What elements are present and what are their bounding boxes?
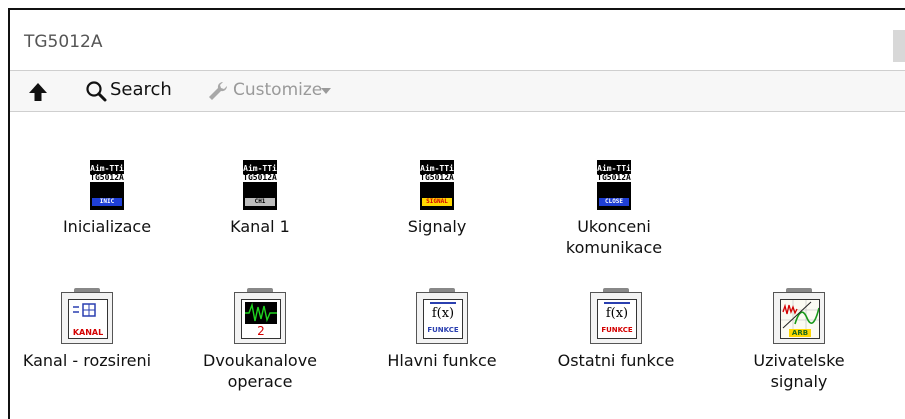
arbitrary-waveform-icon: ARB <box>772 288 826 344</box>
palette-item-label: Ukonceni komunikace <box>544 216 684 258</box>
aim-tti-ch1-icon: Aim-TTi TG5012A CH1 <box>243 160 277 210</box>
window-title: TG5012A <box>24 32 103 52</box>
grid-icon <box>73 303 96 317</box>
aim-tti-signal-icon: Aim-TTi TG5012A SIGNAL <box>420 160 454 210</box>
icon-model-text: TG5012A <box>420 173 454 182</box>
palette-item-label: Dvoukanalove operace <box>190 350 330 392</box>
fx-glyph: f(x) <box>605 306 629 321</box>
icon-caption: FUNKCE <box>427 326 459 334</box>
icon-band-text: INIC <box>92 198 122 206</box>
icon-brand-text: Aim-TTi <box>243 164 277 173</box>
icon-model-text: TG5012A <box>597 173 631 182</box>
label-line: komunikace <box>565 238 663 257</box>
palette-item-hlavni-funkce[interactable]: f(x) FUNKCE Hlavni funkce <box>372 288 512 371</box>
icon-model-text: TG5012A <box>243 173 277 182</box>
palette-item-uzivatelske-signaly[interactable]: ARB Uzivatelske signaly <box>729 288 869 392</box>
aim-tti-inic-icon: Aim-TTi TG5012A INIC <box>90 160 124 210</box>
customize-button[interactable]: Customize <box>233 80 322 100</box>
palette-item-label: Ostatni funkce <box>557 351 675 370</box>
channel-extension-icon: KANAL <box>60 288 114 344</box>
overline <box>430 302 456 304</box>
chevron-down-icon[interactable] <box>321 88 331 94</box>
palette-item-label: Inicializace <box>62 217 152 236</box>
icon-brand-text: Aim-TTi <box>90 164 124 173</box>
palette-item-inicializace[interactable]: Aim-TTi TG5012A INIC Inicializace <box>37 160 177 237</box>
palette-item-label: Hlavni funkce <box>387 351 497 370</box>
label-line: Ukonceni <box>577 217 651 236</box>
function-fx-icon: f(x) FUNKCE <box>589 288 643 344</box>
window-control[interactable] <box>893 30 905 62</box>
icon-model-text: TG5012A <box>90 173 124 182</box>
arrow-up-icon[interactable] <box>26 80 50 104</box>
function-fx-icon: f(x) FUNKCE <box>415 288 469 344</box>
palette-item-label: Signaly <box>407 217 467 236</box>
aim-tti-close-icon: Aim-TTi TG5012A CLOSE <box>597 160 631 210</box>
palette-item-label: Uzivatelske signaly <box>729 350 869 392</box>
label-line: signaly <box>770 372 828 391</box>
search-button[interactable]: Search <box>110 79 172 100</box>
palette-item-label: Kanal - rozsireni <box>22 351 152 370</box>
palette-item-label: Kanal 1 <box>230 217 290 236</box>
waveform-icon <box>245 302 277 323</box>
icon-band-text: SIGNAL <box>422 198 452 206</box>
palette-item-ukonceni-komunikace[interactable]: Aim-TTi TG5012A CLOSE Ukonceni komunikac… <box>544 160 684 258</box>
wrench-icon <box>209 81 228 100</box>
scope-screen <box>245 302 277 324</box>
palette-item-kanal-rozsireni[interactable]: KANAL Kanal - rozsireni <box>17 288 157 371</box>
icon-caption: KANAL <box>72 328 104 337</box>
palette-item-dvoukanalove-operace[interactable]: 2 Dvoukanalove operace <box>190 288 330 392</box>
dual-channel-scope-icon: 2 <box>233 288 287 344</box>
label-line: operace <box>227 372 293 391</box>
title-bar: TG5012A <box>10 10 905 70</box>
search-icon[interactable] <box>84 79 108 103</box>
toolbar: Search Customize <box>10 71 905 111</box>
fx-glyph: f(x) <box>431 306 455 321</box>
label-line: Uzivatelske <box>753 351 845 370</box>
icon-caption: FUNKCE <box>601 326 633 334</box>
label-line: Dvoukanalove <box>203 351 317 370</box>
icon-brand-text: Aim-TTi <box>420 164 454 173</box>
icon-band-text: CLOSE <box>599 198 629 206</box>
palette-item-ostatni-funkce[interactable]: f(x) FUNKCE Ostatni funkce <box>546 288 686 371</box>
palette-item-signaly[interactable]: Aim-TTi TG5012A SIGNAL Signaly <box>367 160 507 237</box>
palette-content: Aim-TTi TG5012A INIC Inicializace Aim-TT… <box>10 112 905 419</box>
palette-window: TG5012A Search Customize Aim-TTi TG5012A… <box>8 8 905 419</box>
overline <box>604 302 630 304</box>
icon-brand-text: Aim-TTi <box>597 164 631 173</box>
palette-item-kanal-1[interactable]: Aim-TTi TG5012A CH1 Kanal 1 <box>190 160 330 237</box>
icon-caption: ARB <box>791 329 809 337</box>
icon-caption: 2 <box>257 324 265 338</box>
icon-band-text: CH1 <box>245 198 275 206</box>
